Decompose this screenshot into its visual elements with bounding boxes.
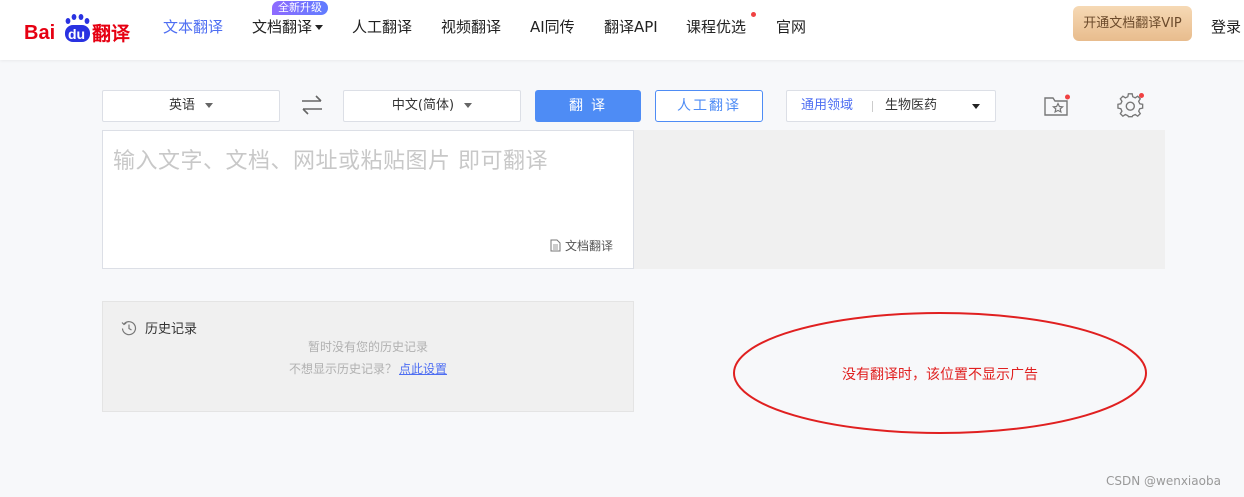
human-translate-button[interactable]: 人工翻译 — [655, 90, 763, 122]
logo-fanyi: 翻译 — [92, 22, 131, 44]
history-settings-prompt: 不想显示历史记录？ 点此设置 — [103, 360, 633, 377]
gear-icon[interactable] — [1117, 92, 1145, 120]
logo-du: du — [68, 26, 85, 42]
input-placeholder: 输入文字、文档、网址或粘贴图片 即可翻译 — [113, 149, 548, 174]
history-prompt-text: 不想显示历史记录？ — [288, 362, 397, 376]
nav-doc-translate-label: 文档翻译 — [252, 18, 313, 36]
chevron-down-icon — [464, 103, 473, 108]
login-link[interactable]: 登录 — [1211, 16, 1241, 37]
nav-courses[interactable]: 课程优选 — [686, 16, 746, 37]
history-settings-link[interactable]: 点此设置 — [399, 362, 447, 376]
chevron-down-icon — [205, 103, 213, 108]
nav-ai-interpret[interactable]: AI同传 — [530, 16, 575, 37]
translate-button[interactable]: 翻译 — [535, 90, 641, 122]
translation-output-area — [634, 130, 1165, 269]
doc-translate-link[interactable]: 文档翻译 — [550, 237, 613, 254]
source-language-label: 英语 — [168, 98, 195, 113]
new-upgrade-badge: 全新升级 — [272, 1, 328, 15]
history-title-label: 历史记录 — [145, 322, 198, 337]
chevron-down-icon — [315, 25, 324, 30]
nav-official-site[interactable]: 官网 — [776, 16, 806, 37]
caret-down-icon — [972, 104, 980, 109]
nav-translate-api[interactable]: 翻译API — [604, 16, 658, 37]
source-text-area[interactable]: 输入文字、文档、网址或粘贴图片 即可翻译 文档翻译 — [102, 130, 634, 269]
top-header: Bai du 翻译 文本翻译 全新升级 文档翻译 人工翻译 视频翻译 AI同传 … — [0, 0, 1244, 60]
history-empty-text: 暂时没有您的历史记录 — [307, 340, 428, 354]
swap-arrows-icon[interactable] — [300, 94, 324, 116]
logo-bai: Bai — [24, 22, 55, 44]
source-language-select[interactable]: 英语 — [102, 90, 280, 122]
vip-button[interactable]: 开通文档翻译VIP — [1073, 6, 1192, 41]
domain-general-label[interactable]: 通用领域 — [801, 91, 853, 121]
nav-text-translate[interactable]: 文本翻译 — [163, 16, 223, 37]
nav-human-translate[interactable]: 人工翻译 — [352, 16, 412, 37]
target-language-select[interactable]: 中文(简体) — [343, 90, 521, 122]
target-language-label: 中文(简体) — [391, 98, 455, 113]
favorites-star-icon[interactable] — [1043, 94, 1071, 118]
divider — [872, 101, 873, 112]
nav-doc-translate[interactable]: 文档翻译 — [252, 16, 324, 37]
domain-value-label: 生物医药 — [885, 98, 938, 113]
baidu-fanyi-logo[interactable]: Bai du 翻译 — [24, 8, 136, 44]
nav-video-translate[interactable]: 视频翻译 — [441, 16, 501, 37]
csdn-watermark: CSDN @wenxiaoba — [1106, 474, 1221, 488]
annotation-text: 没有翻译时，该位置不显示广告 — [842, 367, 1038, 383]
domain-select[interactable]: 通用领域 生物医药 — [786, 90, 996, 122]
clock-icon — [121, 321, 137, 336]
document-icon — [550, 239, 561, 252]
history-title: 历史记录 — [121, 318, 197, 337]
doc-translate-label: 文档翻译 — [564, 239, 613, 253]
history-panel: 历史记录 暂时没有您的历史记录 不想显示历史记录？ 点此设置 — [102, 301, 634, 412]
notification-dot — [751, 12, 756, 17]
